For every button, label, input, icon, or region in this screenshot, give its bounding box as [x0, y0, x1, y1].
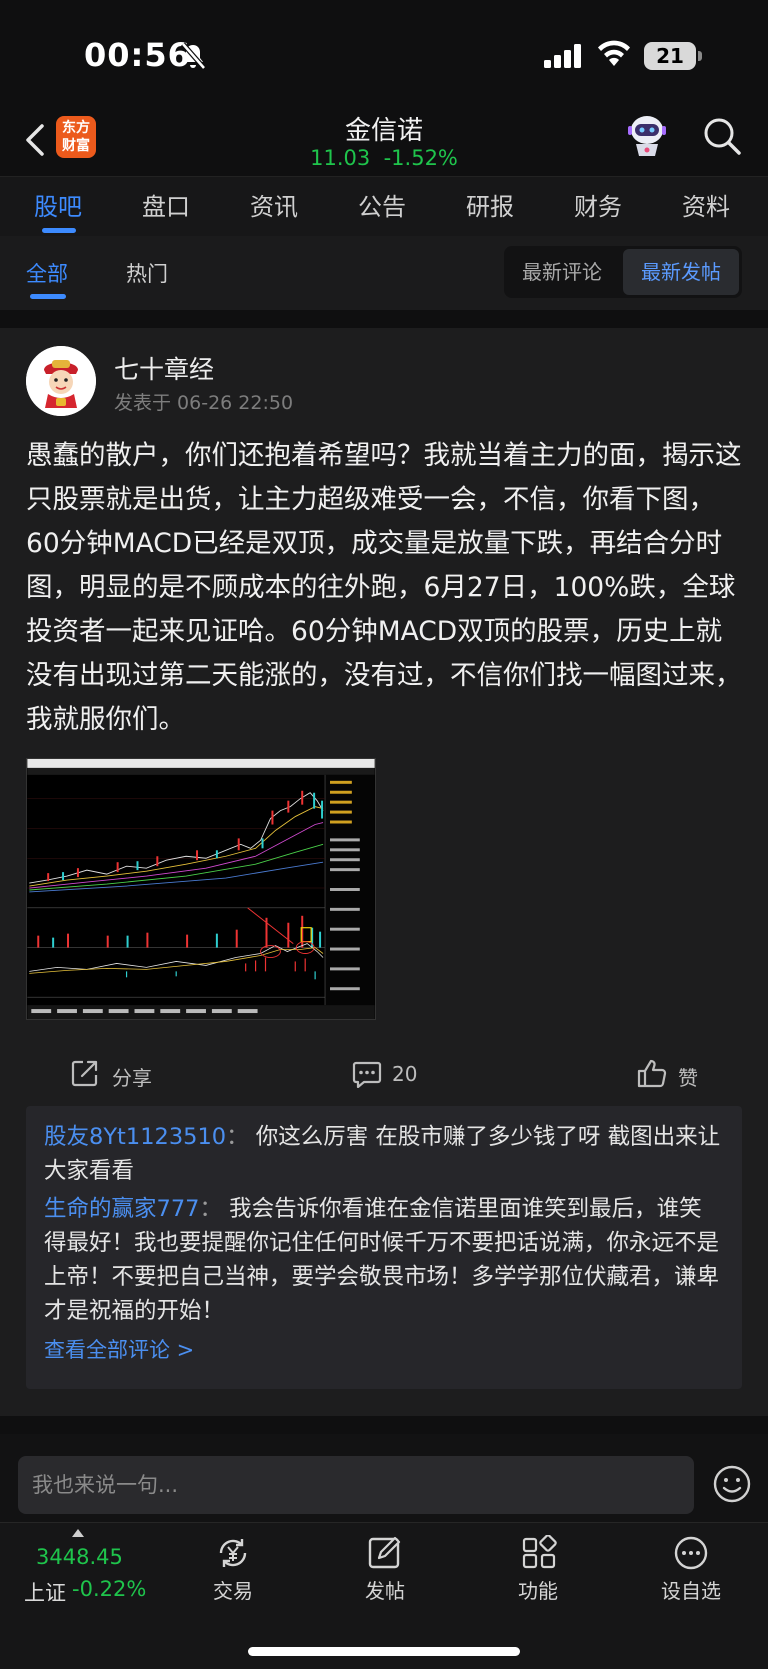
reply-input[interactable]: 我也来说一句... [18, 1456, 694, 1514]
index-expand-icon[interactable] [72, 1529, 84, 1537]
post-actions: 分享 20 赞 [0, 1048, 768, 1108]
reply-bar: 我也来说一句... [0, 1434, 768, 1522]
bell-muted-icon [181, 42, 206, 70]
post-body: 愚蠢的散户，你们还抱着希望吗？我就当着主力的面，揭示这只股票就是出货，让主力超级… [26, 440, 742, 735]
comment-item[interactable]: 股友8Yt1123510： 你这么厉害 在股市赚了多少钱了呀 截图出来让大家看看 [44, 1120, 724, 1188]
nav-apps[interactable]: 功能 [493, 1535, 583, 1604]
like-button[interactable]: 赞 [678, 1062, 698, 1091]
search-icon[interactable] [702, 116, 742, 156]
status-time: 00:56 [84, 36, 191, 74]
nav-post[interactable]: 发帖 [340, 1535, 430, 1604]
view-all-comments-link[interactable]: 查看全部评论 > [44, 1334, 194, 1364]
stock-price: 11.03 [310, 146, 371, 170]
nav-watchlist[interactable]: 设自选 [646, 1535, 736, 1604]
trade-icon [219, 1539, 247, 1567]
avatar[interactable] [26, 346, 96, 416]
stock-change: -1.52% [383, 146, 458, 170]
main-tabs: 股吧 盘口 资讯 公告 研报 财务 资料 [0, 176, 768, 236]
subtab-hot[interactable]: 热门 [126, 258, 168, 288]
emoji-icon[interactable] [712, 1464, 752, 1504]
battery-tip [698, 51, 702, 61]
subtab-all[interactable]: 全部 [26, 258, 68, 288]
sub-tabs: 全部 热门 最新评论 最新发帖 [0, 236, 768, 310]
author-name[interactable]: 七十章经 [114, 350, 214, 386]
cellular-signal-icon [544, 44, 581, 68]
wifi-icon [598, 40, 630, 66]
watchlist-icon [674, 1536, 708, 1570]
active-tab-indicator [42, 228, 76, 233]
comment-preview[interactable]: 股友8Yt1123510： 你这么厉害 在股市赚了多少钱了呀 截图出来让大家看看… [26, 1106, 742, 1389]
nav-apps-label: 功能 [518, 1579, 558, 1603]
back-icon[interactable] [22, 120, 48, 160]
index-name[interactable]: 上证 [24, 1577, 66, 1607]
comment-item[interactable]: 生命的赢家777： 我会告诉你看谁在金信诺里面谁笑到最后，谁笑得最好！我也要提醒… [44, 1192, 724, 1328]
comment-user[interactable]: 生命的赢家777 [44, 1196, 199, 1222]
robot-assistant-icon[interactable] [624, 110, 670, 158]
tab-guba[interactable]: 股吧 [34, 187, 82, 222]
avatar-image [26, 346, 96, 416]
post-card[interactable]: 七十章经 发表于 06-26 22:50 愚蠢的散户，你们还抱着希望吗？我就当着… [0, 328, 768, 1416]
tab-news[interactable]: 资讯 [250, 187, 298, 222]
home-indicator[interactable] [248, 1647, 520, 1656]
comment-user[interactable]: 股友8Yt1123510 [44, 1124, 226, 1150]
comment-count[interactable]: 20 [392, 1062, 417, 1086]
apps-icon [522, 1535, 557, 1569]
index-change[interactable]: -0.22% [72, 1577, 146, 1601]
logo-line-1: 东方 [62, 120, 90, 136]
nav-post-label: 发帖 [365, 1579, 405, 1603]
share-button[interactable]: 分享 [112, 1062, 152, 1091]
index-value[interactable]: 3448.45 [36, 1545, 123, 1569]
nav-watchlist-label: 设自选 [661, 1579, 721, 1603]
eastmoney-logo[interactable]: 东方 财富 [56, 116, 96, 158]
sort-latest-comment-button[interactable]: 最新评论 [504, 246, 620, 298]
tab-announcements[interactable]: 公告 [358, 187, 406, 222]
battery-indicator: 21 [644, 42, 696, 70]
status-bar: 00:56 21 [0, 0, 768, 110]
sort-toggle: 最新评论 最新发帖 [504, 246, 742, 298]
bottom-bar: 3448.45 上证 -0.22% 交易 发帖 功能 设自选 [0, 1522, 768, 1669]
logo-line-2: 财富 [62, 138, 90, 154]
share-icon[interactable] [70, 1058, 100, 1088]
post-icon [368, 1536, 401, 1569]
nav-trade[interactable]: 交易 [188, 1535, 278, 1604]
thumbs-up-icon[interactable] [636, 1058, 668, 1088]
stock-header: 金信诺 11.03 -1.52% 东方 财富 [0, 110, 768, 176]
comment-icon[interactable] [352, 1060, 382, 1088]
tab-profile[interactable]: 资料 [682, 187, 730, 222]
nav-trade-label: 交易 [213, 1579, 253, 1603]
tab-research[interactable]: 研报 [466, 187, 514, 222]
tab-pankou[interactable]: 盘口 [142, 187, 190, 222]
sort-latest-post-button[interactable]: 最新发帖 [623, 249, 739, 295]
post-chart-image[interactable] [26, 758, 376, 1020]
post-time: 发表于 06-26 22:50 [114, 392, 294, 414]
active-subtab-indicator [30, 294, 66, 299]
tab-finance[interactable]: 财务 [574, 187, 622, 222]
